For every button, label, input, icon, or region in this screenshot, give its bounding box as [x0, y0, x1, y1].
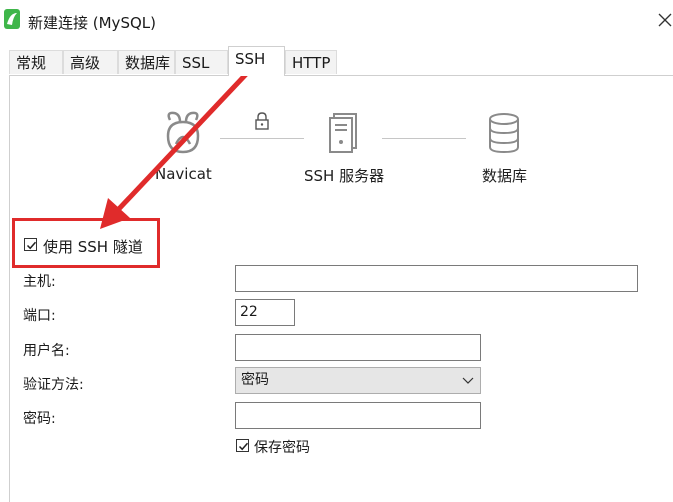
port-input[interactable]: 22	[235, 299, 295, 326]
window-title: 新建连接 (MySQL)	[28, 14, 156, 32]
connection-line-left	[220, 138, 304, 139]
chevron-down-icon	[462, 377, 474, 384]
auth-method-value: 密码	[241, 372, 269, 388]
diagram-label-navicat: Navicat	[155, 165, 212, 183]
tab-general[interactable]: 常规	[9, 50, 63, 74]
username-input[interactable]	[235, 334, 481, 361]
tab-advanced[interactable]: 高级	[63, 50, 118, 74]
tab-ssl[interactable]: SSL	[175, 50, 228, 74]
port-label: 端口:	[23, 308, 56, 324]
host-label: 主机:	[23, 274, 56, 290]
annotation-highlight-box	[12, 218, 160, 268]
navicat-app-icon	[4, 9, 20, 29]
tab-ssh[interactable]: SSH	[228, 46, 285, 76]
tab-database[interactable]: 数据库	[118, 50, 175, 74]
save-password-checkbox[interactable]	[236, 439, 249, 452]
save-password-label[interactable]: 保存密码	[254, 437, 310, 457]
auth-method-select[interactable]: 密码	[235, 367, 481, 394]
password-input[interactable]	[235, 402, 481, 429]
tab-http[interactable]: HTTP	[285, 50, 337, 74]
lock-icon	[254, 112, 270, 130]
navicat-client-icon	[160, 110, 206, 158]
auth-method-label: 验证方法:	[23, 377, 84, 393]
title-bar: 新建连接 (MySQL)	[0, 0, 673, 42]
password-label: 密码:	[23, 411, 56, 427]
username-label: 用户名:	[23, 343, 70, 359]
diagram-label-ssh-server: SSH 服务器	[304, 167, 385, 185]
close-icon[interactable]	[657, 10, 673, 30]
database-icon	[486, 112, 522, 154]
ssh-server-icon	[328, 112, 358, 154]
diagram-label-database: 数据库	[482, 167, 528, 185]
host-input[interactable]	[235, 265, 638, 292]
connection-line-right	[382, 138, 466, 139]
